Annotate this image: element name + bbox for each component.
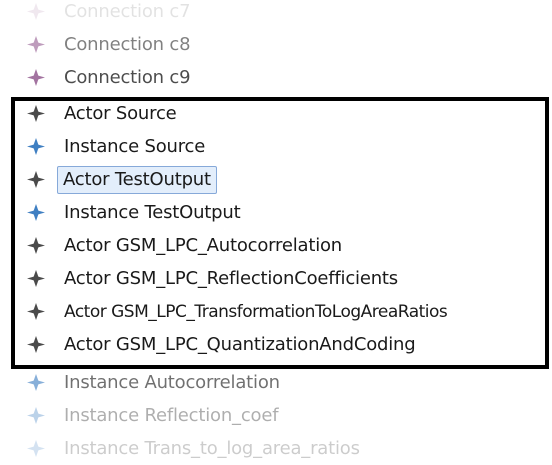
- tree-item-label: Actor Source: [64, 103, 177, 124]
- connection-icon: [24, 61, 48, 94]
- instance-icon: [24, 366, 48, 399]
- tree-item-connection-c8[interactable]: Connection c8: [24, 28, 191, 61]
- actor-icon: [24, 97, 48, 130]
- actor-icon: [24, 295, 48, 328]
- actor-icon: [24, 328, 48, 361]
- tree-item-label: Actor GSM_LPC_ReflectionCoefficients: [64, 268, 398, 289]
- instance-icon: [24, 432, 48, 465]
- actor-icon: [24, 262, 48, 295]
- tree-item-label: Actor TestOutput: [57, 165, 217, 194]
- actor-icon: [24, 229, 48, 262]
- instance-icon: [24, 399, 48, 432]
- tree-item-label: Instance Autocorrelation: [64, 372, 280, 393]
- tree-item-label: Actor GSM_LPC_QuantizationAndCoding: [64, 334, 416, 355]
- tree-item-instance-source[interactable]: Instance Source: [24, 130, 205, 163]
- tree-item-label: Instance Reflection_coef: [64, 405, 279, 426]
- tree-item-label: Connection c9: [64, 67, 191, 88]
- tree-item-actor-autocorrelation[interactable]: Actor GSM_LPC_Autocorrelation: [24, 229, 342, 262]
- tree-item-label: Actor GSM_LPC_TransformationToLogAreaRat…: [64, 301, 448, 322]
- tree-item-actor-reflection-coefficients[interactable]: Actor GSM_LPC_ReflectionCoefficients: [24, 262, 398, 295]
- tree-item-label: Instance Source: [64, 136, 206, 157]
- tree-item-connection-c9[interactable]: Connection c9: [24, 61, 191, 94]
- tree-item-label: Connection c8: [64, 34, 191, 55]
- tree-item-actor-testoutput[interactable]: Actor TestOutput: [24, 163, 217, 196]
- tree-item-instance-reflection-coef[interactable]: Instance Reflection_coef: [24, 399, 279, 432]
- tree-item-instance-trans-to-log-area-ratios[interactable]: Instance Trans_to_log_area_ratios: [24, 432, 360, 465]
- connection-icon: [24, 0, 48, 28]
- tree-item-actor-quantization-and-coding[interactable]: Actor GSM_LPC_QuantizationAndCoding: [24, 328, 416, 361]
- actor-icon: [24, 163, 48, 196]
- tree-item-label: Connection c7: [64, 1, 191, 22]
- instance-icon: [24, 196, 48, 229]
- tree-item-label: Actor GSM_LPC_Autocorrelation: [64, 235, 343, 256]
- tree-item-connection-c7[interactable]: Connection c7: [24, 0, 191, 28]
- connection-icon: [24, 28, 48, 61]
- instance-icon: [24, 130, 48, 163]
- tree-item-instance-autocorrelation[interactable]: Instance Autocorrelation: [24, 366, 280, 399]
- tree-item-actor-transformation-to-log-area-ratios[interactable]: Actor GSM_LPC_TransformationToLogAreaRat…: [24, 295, 448, 328]
- tree-item-actor-source[interactable]: Actor Source: [24, 97, 177, 130]
- tree-item-label: Instance Trans_to_log_area_ratios: [64, 438, 360, 459]
- outline-tree: Connection c7 Connection c8 Connection c…: [0, 0, 552, 462]
- tree-item-instance-testoutput[interactable]: Instance TestOutput: [24, 196, 241, 229]
- tree-item-label: Instance TestOutput: [64, 202, 241, 223]
